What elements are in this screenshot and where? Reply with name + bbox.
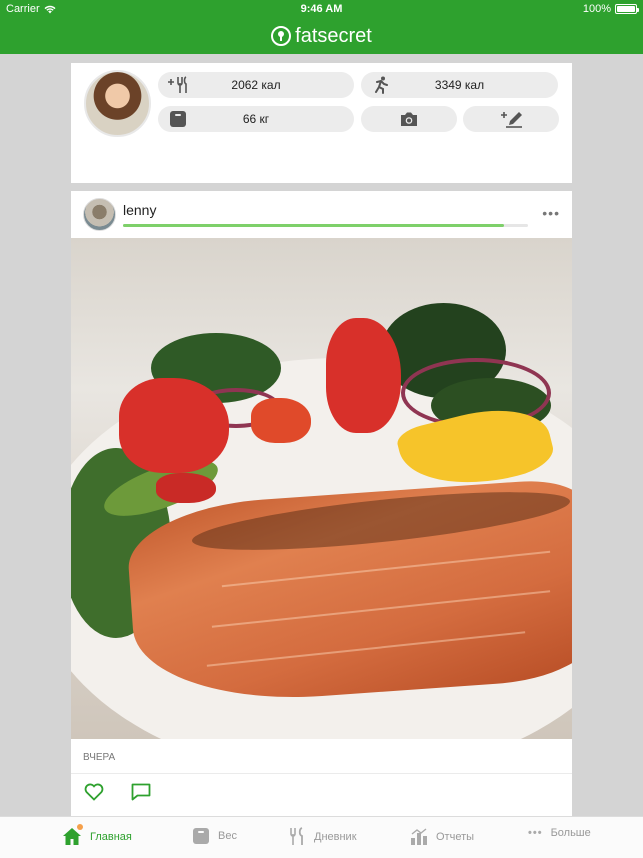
battery-percent: 100% — [582, 3, 611, 15]
app-logo: fatsecret — [271, 25, 372, 48]
summary-card: 2062 кал 3349 кал 66 кг — [71, 63, 572, 230]
edit-entry-icon — [501, 112, 522, 128]
tab-reports-label: Отчеты — [436, 830, 475, 843]
running-icon — [361, 76, 401, 94]
battery-icon — [615, 4, 639, 14]
more-dots-icon: ••• — [528, 827, 543, 839]
add-photo-button[interactable] — [361, 106, 457, 132]
scale-icon — [158, 110, 198, 128]
keyhole-logo-icon — [271, 26, 292, 46]
tab-diary[interactable]: Дневник — [290, 827, 357, 846]
status-bar: Carrier 9:46 AM 100% — [0, 0, 643, 18]
food-calories-button[interactable]: 2062 кал — [158, 72, 354, 98]
tab-more-label: Больше — [550, 827, 591, 839]
tab-weight[interactable]: Вес — [192, 827, 237, 845]
exercise-calories-value: 3349 кал — [434, 78, 485, 92]
weight-button[interactable]: 66 кг — [158, 106, 354, 132]
post-divider — [71, 773, 572, 774]
post-author-name[interactable]: lenny — [123, 202, 156, 218]
tab-weight-label: Вес — [218, 830, 237, 842]
user-avatar[interactable] — [84, 70, 151, 137]
exercise-calories-button[interactable]: 3349 кал — [361, 72, 558, 98]
tab-home-label: Главная — [90, 830, 132, 843]
status-time: 9:46 AM — [300, 3, 343, 15]
add-entry-button[interactable] — [463, 106, 559, 132]
tab-reports[interactable]: Отчеты — [410, 827, 474, 846]
battery-info: 100% — [582, 3, 639, 15]
tab-diary-label: Дневник — [314, 830, 357, 843]
reports-icon — [411, 828, 427, 845]
tab-more[interactable]: ••• Больше — [528, 827, 591, 839]
heart-outline-icon — [84, 783, 104, 801]
scale-icon — [193, 828, 209, 844]
comment-outline-icon — [131, 783, 151, 801]
tab-home[interactable]: Главная — [62, 824, 132, 846]
weight-value: 66 кг — [242, 112, 270, 126]
calorie-progress-bar — [123, 224, 528, 227]
app-header: fatsecret — [0, 18, 643, 54]
comment-button[interactable] — [131, 783, 151, 806]
post-header: lenny ••• — [71, 191, 572, 238]
brand-name: fatsecret — [295, 24, 372, 47]
like-button[interactable] — [84, 783, 104, 806]
food-photo[interactable] — [71, 238, 572, 739]
tab-bar: Главная Вес Дневник Отчеты ••• Больше — [0, 816, 643, 858]
utensils-icon — [290, 827, 303, 845]
food-calories-value: 2062 кал — [231, 78, 281, 92]
camera-icon — [401, 112, 417, 126]
post-date: ВЧЕРА — [83, 752, 116, 763]
more-options-icon[interactable]: ••• — [542, 205, 560, 221]
add-food-icon — [158, 76, 198, 94]
post-author-avatar[interactable] — [83, 198, 116, 231]
feed-post: lenny ••• ВЧЕРА — [71, 191, 572, 816]
